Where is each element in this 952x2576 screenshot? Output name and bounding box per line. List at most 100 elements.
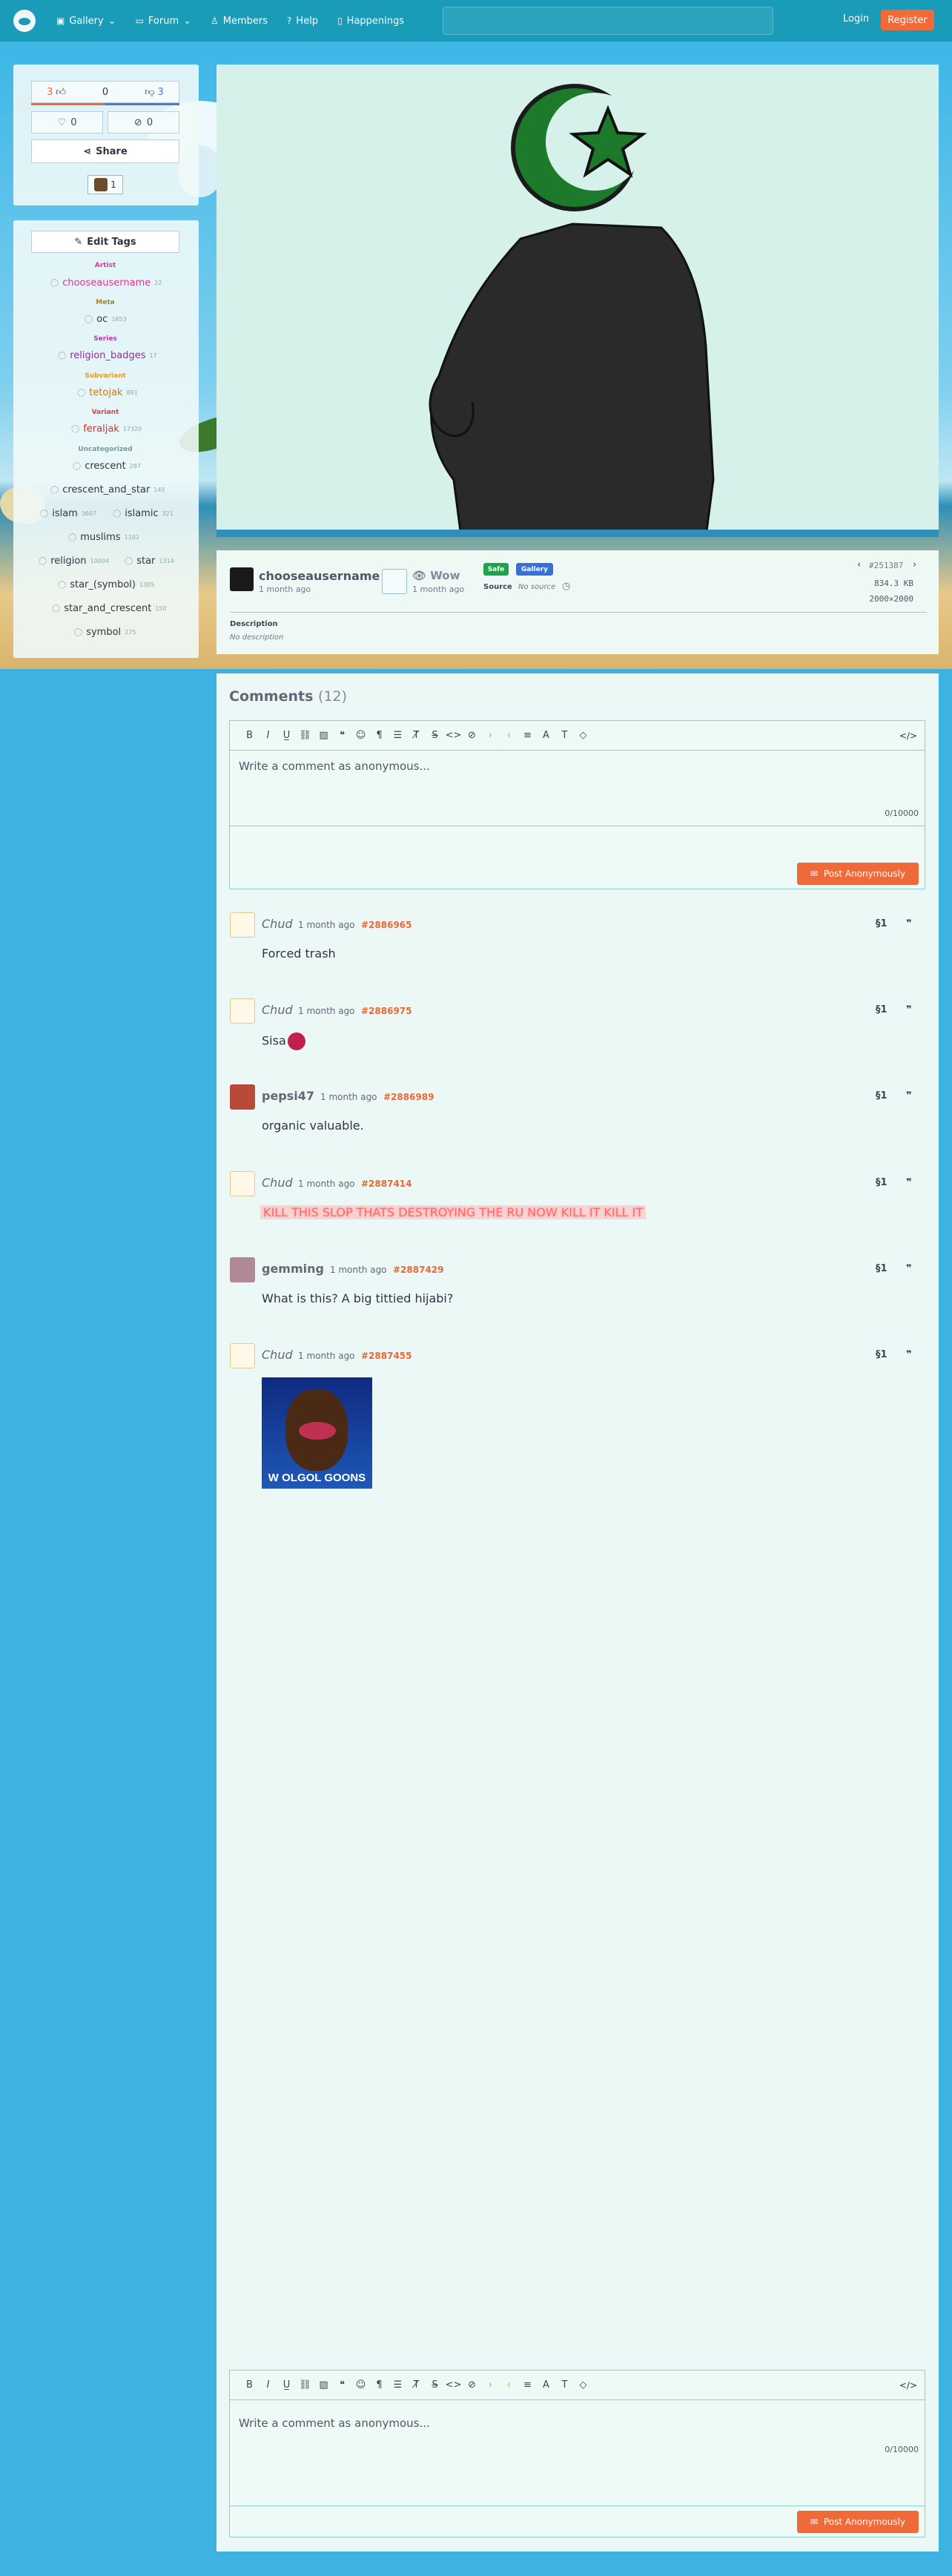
color-icon[interactable]: A — [537, 730, 555, 741]
spoiler-icon[interactable]: ⊘ — [463, 2379, 481, 2391]
greentext-icon[interactable]: › — [481, 2379, 500, 2391]
reply-icon[interactable]: §1 — [876, 918, 887, 929]
tag-item[interactable]: ◯ feraljak 17320 — [71, 424, 142, 435]
strikethrough-icon[interactable]: S̶ — [426, 730, 444, 741]
avatar[interactable] — [230, 1343, 255, 1368]
next-post-button[interactable]: › — [913, 559, 916, 570]
register-button[interactable]: Register — [881, 10, 934, 30]
quote-icon[interactable]: ❞ — [906, 1004, 912, 1015]
source-mode-icon[interactable]: </> — [899, 2380, 917, 2391]
comment-id[interactable]: #2886975 — [361, 1006, 412, 1016]
italic-icon[interactable]: I — [259, 2379, 277, 2391]
align-icon[interactable]: ≡ — [518, 2379, 537, 2391]
link-icon[interactable]: ⛓ — [296, 2379, 314, 2391]
comment-textarea[interactable]: Write a comment as anonymous... — [239, 2417, 430, 2430]
comment-image[interactable]: W OLGOL GOONS — [262, 1377, 372, 1489]
clear-format-icon[interactable]: T̸ — [407, 730, 426, 741]
avatar[interactable] — [230, 1257, 255, 1282]
tag-item[interactable]: ◯ religion_badges 17 — [58, 350, 157, 361]
search-input[interactable] — [443, 7, 773, 35]
quote-icon[interactable]: ❞ — [906, 1349, 912, 1360]
quote-icon[interactable]: ❝ — [333, 730, 351, 741]
tag-item[interactable]: ◯ star_(symbol) 1305 — [58, 579, 154, 590]
tag-item[interactable]: ◯ tetojak 891 — [77, 387, 138, 398]
align-icon[interactable]: ≡ — [518, 730, 537, 741]
favoriters[interactable]: 1 — [87, 175, 123, 194]
image-icon[interactable]: ▨ — [314, 2379, 333, 2391]
login-link[interactable]: Login — [843, 13, 869, 24]
post-anonymously-button[interactable]: ✉ Post Anonymously — [797, 2511, 919, 2533]
post-image[interactable] — [216, 65, 939, 538]
underline-icon[interactable]: U̲ — [277, 730, 296, 741]
tag-item[interactable]: ◯ muslims 1102 — [68, 532, 139, 543]
emoji-icon[interactable]: ☺ — [351, 730, 370, 741]
prev-post-button[interactable]: ‹ — [857, 559, 861, 570]
orangetext-icon[interactable]: ‹ — [500, 730, 518, 741]
tag-item[interactable]: ◯ star 1314 — [125, 556, 174, 567]
font-size-icon[interactable]: T — [555, 2379, 574, 2391]
image-icon[interactable]: ▨ — [314, 730, 333, 741]
bold-icon[interactable]: B — [240, 2379, 259, 2391]
hide-button[interactable]: ⊘ 0 — [108, 111, 179, 134]
quote-icon[interactable]: ❞ — [906, 1263, 912, 1274]
comment-author[interactable]: pepsi47 — [262, 1089, 314, 1103]
quote-icon[interactable]: ❞ — [906, 1177, 912, 1188]
reply-icon[interactable]: §1 — [876, 1263, 887, 1274]
nav-happenings[interactable]: ▯ Happenings — [337, 16, 404, 27]
tag-item[interactable]: ◯ crescent 287 — [73, 461, 141, 472]
comment-id[interactable]: #2887455 — [361, 1351, 412, 1361]
strikethrough-icon[interactable]: S̶ — [426, 2379, 444, 2391]
font-size-icon[interactable]: T — [555, 730, 574, 741]
comment-author[interactable]: Chud — [262, 1003, 293, 1017]
share-button[interactable]: ⋖ Share — [31, 139, 179, 163]
heading-icon[interactable]: ¶ — [370, 2379, 389, 2391]
history-icon[interactable]: ◷ — [562, 581, 570, 592]
greentext-icon[interactable]: › — [481, 730, 500, 741]
spoiler-icon[interactable]: ⊘ — [463, 730, 481, 741]
color-icon[interactable]: A — [537, 2379, 555, 2391]
comment-author[interactable]: Chud — [262, 1176, 293, 1190]
code-icon[interactable]: <> — [444, 2379, 463, 2391]
tag-item[interactable]: ◯ islam 3607 — [40, 508, 96, 519]
tag-item[interactable]: ◯ religion 10004 — [39, 556, 109, 567]
quote-icon[interactable]: ❞ — [906, 918, 912, 929]
comment-id[interactable]: #2887414 — [361, 1179, 412, 1189]
favorite-button[interactable]: ♡ 0 — [31, 111, 103, 134]
downvote-button[interactable]: 👎︎ 3 — [130, 82, 179, 102]
nav-forum[interactable]: ▭ Forum ⌄ — [136, 16, 191, 27]
nav-help[interactable]: ? Help — [287, 16, 318, 27]
list-icon[interactable]: ☰ — [389, 2379, 407, 2391]
link-icon[interactable]: ⛓ — [296, 730, 314, 741]
reply-icon[interactable]: §1 — [876, 1177, 887, 1188]
approver-avatar[interactable] — [382, 569, 407, 594]
italic-icon[interactable]: I — [259, 730, 277, 741]
comment-id[interactable]: #2887429 — [393, 1265, 444, 1275]
upvote-button[interactable]: 3 👍︎ — [32, 82, 81, 102]
tag-item[interactable]: ◯ islamic 321 — [113, 508, 173, 519]
nav-gallery[interactable]: ▣ Gallery ⌄ — [56, 16, 116, 27]
source-mode-icon[interactable]: </> — [899, 731, 917, 741]
orangetext-icon[interactable]: ‹ — [500, 2379, 518, 2391]
avatar[interactable] — [230, 998, 255, 1024]
list-icon[interactable]: ☰ — [389, 730, 407, 741]
emoji-icon[interactable]: ☺ — [351, 2379, 370, 2391]
approver-name[interactable]: 👁︎ Wow — [412, 569, 460, 582]
comment-author[interactable]: gemming — [262, 1262, 324, 1276]
tag-icon[interactable]: ◇ — [574, 730, 592, 741]
comment-author[interactable]: Chud — [262, 917, 293, 931]
tag-icon[interactable]: ◇ — [574, 2379, 592, 2391]
tag-item[interactable]: ◯ oc 1853 — [85, 314, 127, 325]
avatar[interactable] — [230, 912, 255, 938]
quote-icon[interactable]: ❝ — [333, 2379, 351, 2391]
reply-icon[interactable]: §1 — [876, 1090, 887, 1101]
site-logo[interactable] — [13, 10, 36, 32]
avatar[interactable] — [230, 1084, 255, 1110]
nav-members[interactable]: ♙ Members — [211, 16, 268, 27]
bold-icon[interactable]: B — [240, 730, 259, 741]
tag-item[interactable]: ◯ chooseausername 22 — [50, 277, 162, 289]
comment-author[interactable]: Chud — [262, 1348, 293, 1362]
edit-tags-button[interactable]: ✎ Edit Tags — [31, 231, 179, 253]
tag-item[interactable]: ◯ crescent_and_star 145 — [50, 484, 165, 495]
avatar[interactable] — [230, 1171, 255, 1196]
reply-icon[interactable]: §1 — [876, 1004, 887, 1015]
